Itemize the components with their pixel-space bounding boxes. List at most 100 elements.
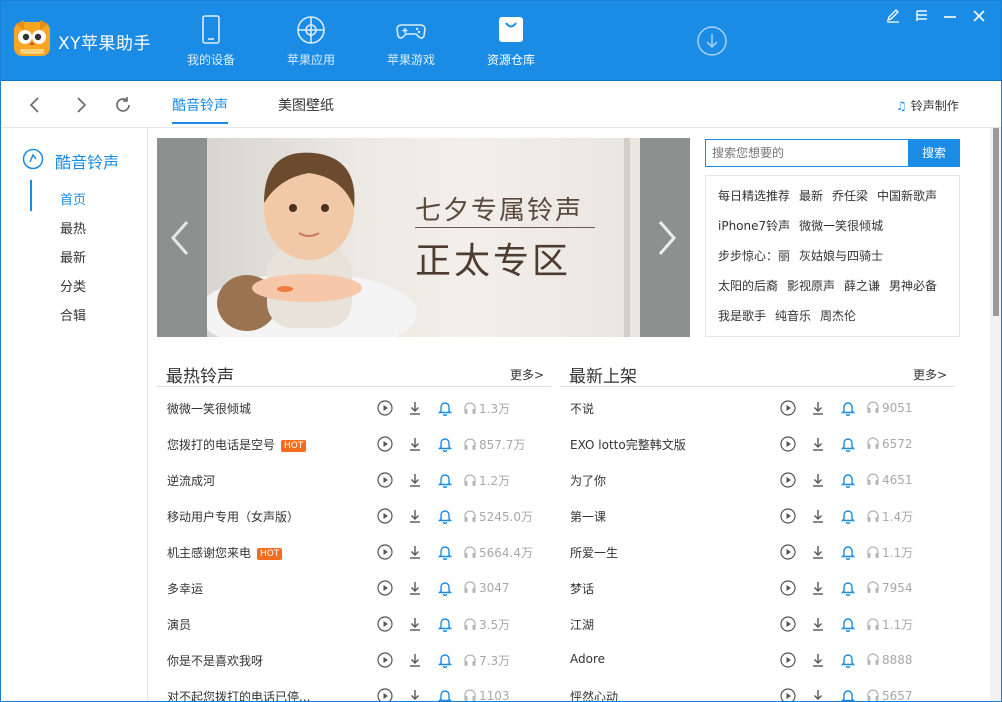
newest-more-link[interactable]: 更多>: [913, 366, 947, 383]
download-icon[interactable]: [810, 616, 826, 632]
set-ringtone-bell-icon[interactable]: [437, 652, 453, 669]
search-input[interactable]: [705, 139, 909, 167]
scrollbar[interactable]: [990, 128, 1002, 702]
set-ringtone-bell-icon[interactable]: [437, 508, 453, 525]
play-icon[interactable]: [377, 652, 393, 668]
tag-link[interactable]: 微微一笑很倾城: [799, 217, 883, 234]
play-icon[interactable]: [780, 508, 796, 524]
play-icon[interactable]: [377, 616, 393, 632]
skin-edit-icon[interactable]: [884, 7, 902, 25]
ringtone-name[interactable]: 不说: [570, 400, 594, 417]
tag-link[interactable]: 纯音乐: [775, 307, 811, 324]
sidebar-item-collections[interactable]: 合辑: [60, 305, 86, 324]
tag-link[interactable]: 太阳的后裔: [718, 277, 778, 294]
back-icon[interactable]: [24, 94, 46, 116]
download-icon[interactable]: [810, 544, 826, 560]
play-icon[interactable]: [377, 580, 393, 596]
play-icon[interactable]: [377, 508, 393, 524]
download-icon[interactable]: [407, 580, 423, 596]
ringtone-name[interactable]: 您拨打的电话是空号 HOT: [167, 436, 307, 453]
ringtone-name[interactable]: 梦话: [570, 580, 594, 597]
tag-link[interactable]: iPhone7铃声: [718, 217, 790, 234]
download-icon[interactable]: [810, 472, 826, 488]
set-ringtone-bell-icon[interactable]: [437, 580, 453, 597]
tab-ringtones[interactable]: 酷音铃声: [172, 95, 228, 115]
set-ringtone-bell-icon[interactable]: [840, 508, 856, 525]
tag-link[interactable]: 乔任梁: [832, 187, 868, 204]
tag-link[interactable]: 周杰伦: [820, 307, 856, 324]
make-ringtone-button[interactable]: ♫ 铃声制作: [896, 97, 959, 114]
download-icon[interactable]: [810, 400, 826, 416]
play-icon[interactable]: [780, 544, 796, 560]
set-ringtone-bell-icon[interactable]: [840, 580, 856, 597]
ringtone-name[interactable]: 微微一笑很倾城: [167, 400, 251, 417]
set-ringtone-bell-icon[interactable]: [840, 652, 856, 669]
tag-link[interactable]: 最新: [799, 187, 823, 204]
play-icon[interactable]: [780, 400, 796, 416]
ringtone-name[interactable]: 怦然心动: [570, 688, 618, 702]
ringtone-name[interactable]: Adore: [570, 652, 605, 666]
play-icon[interactable]: [780, 688, 796, 702]
tag-link[interactable]: 每日精选推荐: [718, 187, 790, 204]
set-ringtone-bell-icon[interactable]: [840, 616, 856, 633]
tab-wallpapers[interactable]: 美图壁纸: [278, 95, 334, 115]
tag-link[interactable]: 薛之谦: [844, 277, 880, 294]
ringtone-name[interactable]: 对不起您拨打的电话已停...: [167, 688, 310, 702]
tag-link[interactable]: 步步惊心：丽: [718, 247, 790, 264]
play-icon[interactable]: [780, 472, 796, 488]
close-icon[interactable]: [970, 7, 988, 25]
sidebar-item-newest[interactable]: 最新: [60, 247, 86, 266]
set-ringtone-bell-icon[interactable]: [840, 400, 856, 417]
ringtone-name[interactable]: 机主感谢您来电 HOT: [167, 544, 283, 561]
refresh-icon[interactable]: [112, 94, 134, 116]
ringtone-name[interactable]: 所爱一生: [570, 544, 618, 561]
set-ringtone-bell-icon[interactable]: [437, 688, 453, 702]
play-icon[interactable]: [377, 544, 393, 560]
download-icon[interactable]: [407, 508, 423, 524]
set-ringtone-bell-icon[interactable]: [437, 472, 453, 489]
forward-icon[interactable]: [70, 94, 92, 116]
set-ringtone-bell-icon[interactable]: [437, 436, 453, 453]
banner-next-arrow-icon[interactable]: [652, 218, 682, 258]
ringtone-name[interactable]: EXO lotto完整韩文版: [570, 436, 686, 453]
play-icon[interactable]: [377, 436, 393, 452]
play-icon[interactable]: [780, 616, 796, 632]
download-icon[interactable]: [810, 580, 826, 596]
set-ringtone-bell-icon[interactable]: [840, 544, 856, 561]
play-icon[interactable]: [377, 688, 393, 702]
download-icon[interactable]: [810, 436, 826, 452]
hot-more-link[interactable]: 更多>: [510, 366, 544, 383]
download-icon[interactable]: [810, 508, 826, 524]
ringtone-name[interactable]: 多幸运: [167, 580, 203, 597]
play-icon[interactable]: [780, 652, 796, 668]
nav-apple-apps[interactable]: 苹果应用: [266, 0, 356, 81]
set-ringtone-bell-icon[interactable]: [437, 544, 453, 561]
ringtone-name[interactable]: 为了你: [570, 472, 606, 489]
download-manager-icon[interactable]: [696, 25, 728, 57]
ringtone-name[interactable]: 第一课: [570, 508, 606, 525]
banner-prev-arrow-icon[interactable]: [165, 218, 195, 258]
download-icon[interactable]: [407, 544, 423, 560]
download-icon[interactable]: [407, 688, 423, 702]
tag-link[interactable]: 中国新歌声: [877, 187, 937, 204]
set-ringtone-bell-icon[interactable]: [437, 616, 453, 633]
search-button[interactable]: 搜索: [908, 139, 960, 167]
play-icon[interactable]: [377, 472, 393, 488]
download-icon[interactable]: [407, 472, 423, 488]
ringtone-name[interactable]: 江湖: [570, 616, 594, 633]
download-icon[interactable]: [810, 652, 826, 668]
ringtone-name[interactable]: 演员: [167, 616, 191, 633]
sidebar-item-home[interactable]: 首页: [60, 189, 86, 208]
menu-icon[interactable]: [913, 7, 931, 25]
sidebar-item-categories[interactable]: 分类: [60, 276, 86, 295]
ringtone-name[interactable]: 移动用户专用（女声版）: [167, 508, 299, 525]
set-ringtone-bell-icon[interactable]: [840, 688, 856, 702]
set-ringtone-bell-icon[interactable]: [840, 472, 856, 489]
tag-link[interactable]: 男神必备: [889, 277, 937, 294]
sidebar-item-hottest[interactable]: 最热: [60, 218, 86, 237]
nav-my-device[interactable]: 我的设备: [166, 0, 256, 81]
download-icon[interactable]: [407, 400, 423, 416]
minimize-icon[interactable]: [941, 7, 959, 25]
nav-apple-games[interactable]: 苹果游戏: [366, 0, 456, 81]
download-icon[interactable]: [407, 616, 423, 632]
